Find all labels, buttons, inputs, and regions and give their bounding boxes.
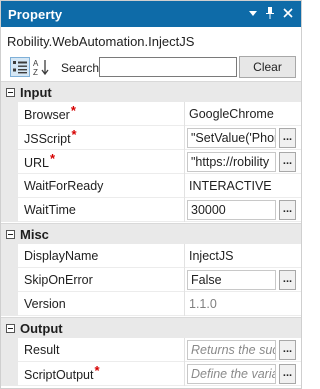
collapse-icon[interactable]: [6, 230, 15, 239]
column-divider: [184, 268, 185, 292]
property-row-url[interactable]: URL* "https://robility ...: [1, 150, 301, 174]
required-marker: *: [94, 363, 100, 378]
category-label: Misc: [20, 227, 49, 242]
column-divider: [184, 198, 185, 222]
column-divider: [184, 292, 185, 316]
svg-text:Z: Z: [33, 68, 38, 77]
toolbar: A Z Search: Clear: [1, 53, 301, 81]
property-name: Version: [24, 297, 66, 311]
column-divider: [184, 362, 185, 386]
row-gutter: [1, 198, 18, 222]
property-row-result[interactable]: Result Returns the succ ...: [1, 338, 301, 362]
column-divider: [184, 102, 185, 126]
category-output[interactable]: Output: [1, 317, 301, 338]
property-value[interactable]: INTERACTIVE: [189, 179, 272, 193]
ellipsis-button[interactable]: ...: [279, 270, 296, 290]
collapse-icon[interactable]: [6, 324, 15, 333]
row-gutter: [1, 362, 18, 386]
property-value[interactable]: GoogleChrome: [189, 107, 274, 121]
property-value-input[interactable]: "SetValue('Phon: [187, 128, 276, 148]
property-name: Browser*: [24, 103, 76, 122]
property-value-input[interactable]: False: [187, 270, 276, 290]
svg-text:A: A: [33, 59, 39, 68]
row-gutter: [1, 174, 18, 198]
property-name: WaitTime: [24, 203, 76, 217]
property-name: WaitForReady: [24, 179, 104, 193]
property-name: Result: [24, 343, 60, 357]
search-label: Search:: [61, 61, 103, 75]
property-value: 1.1.0: [189, 297, 217, 311]
property-row-displayname[interactable]: DisplayName InjectJS: [1, 244, 301, 268]
search-input[interactable]: [99, 57, 237, 77]
dropdown-icon[interactable]: [246, 5, 260, 21]
row-gutter: [1, 244, 18, 268]
property-row-waitforready[interactable]: WaitForReady INTERACTIVE: [1, 174, 301, 198]
panel-title: Property: [8, 7, 63, 22]
ellipsis-button[interactable]: ...: [279, 340, 296, 360]
row-gutter: [1, 292, 18, 316]
row-gutter: [1, 102, 18, 126]
title-bar: Property: [1, 1, 301, 27]
property-row-browser[interactable]: Browser* GoogleChrome: [1, 102, 301, 126]
required-marker: *: [71, 127, 77, 142]
property-row-skiponerror[interactable]: SkipOnError False ...: [1, 268, 301, 292]
category-label: Output: [20, 321, 63, 336]
property-name: ScriptOutput*: [24, 363, 100, 382]
property-row-waittime[interactable]: WaitTime 30000 ...: [1, 198, 301, 222]
ellipsis-button[interactable]: ...: [279, 152, 296, 172]
row-gutter: [1, 268, 18, 292]
column-divider: [184, 150, 185, 174]
category-misc[interactable]: Misc: [1, 223, 301, 244]
category-input[interactable]: Input: [1, 81, 301, 102]
property-value[interactable]: InjectJS: [189, 249, 233, 263]
categorized-icon[interactable]: [10, 57, 30, 77]
column-divider: [184, 126, 185, 150]
property-panel: Property Robility.WebAutomation.InjectJS: [0, 0, 302, 389]
ellipsis-button[interactable]: ...: [279, 364, 296, 384]
close-icon[interactable]: [281, 5, 295, 21]
required-marker: *: [70, 103, 76, 118]
ellipsis-button[interactable]: ...: [279, 128, 296, 148]
property-value-input[interactable]: "https://robility: [187, 152, 276, 172]
pin-icon[interactable]: [263, 5, 277, 21]
property-row-version: Version 1.1.0: [1, 292, 301, 316]
row-gutter: [1, 126, 18, 150]
property-name: JSScript*: [24, 127, 77, 146]
row-gutter: [1, 338, 18, 362]
row-gutter: [1, 150, 18, 174]
property-name: SkipOnError: [24, 273, 93, 287]
column-divider: [184, 244, 185, 268]
property-value-input[interactable]: Define the varia: [187, 364, 276, 384]
column-divider: [184, 338, 185, 362]
clear-button[interactable]: Clear: [239, 56, 296, 78]
column-divider: [184, 174, 185, 198]
property-row-jsscript[interactable]: JSScript* "SetValue('Phon ...: [1, 126, 301, 150]
property-row-scriptoutput[interactable]: ScriptOutput* Define the varia ...: [1, 362, 301, 386]
sort-az-icon[interactable]: A Z: [31, 57, 51, 77]
property-value-input[interactable]: 30000: [187, 200, 276, 220]
collapse-icon[interactable]: [6, 88, 15, 97]
property-name: DisplayName: [24, 249, 99, 263]
property-value-input[interactable]: Returns the succ: [187, 340, 276, 360]
category-label: Input: [20, 85, 52, 100]
ellipsis-button[interactable]: ...: [279, 200, 296, 220]
required-marker: *: [50, 151, 56, 166]
property-name: URL*: [24, 151, 56, 170]
component-name: Robility.WebAutomation.InjectJS: [7, 34, 195, 49]
